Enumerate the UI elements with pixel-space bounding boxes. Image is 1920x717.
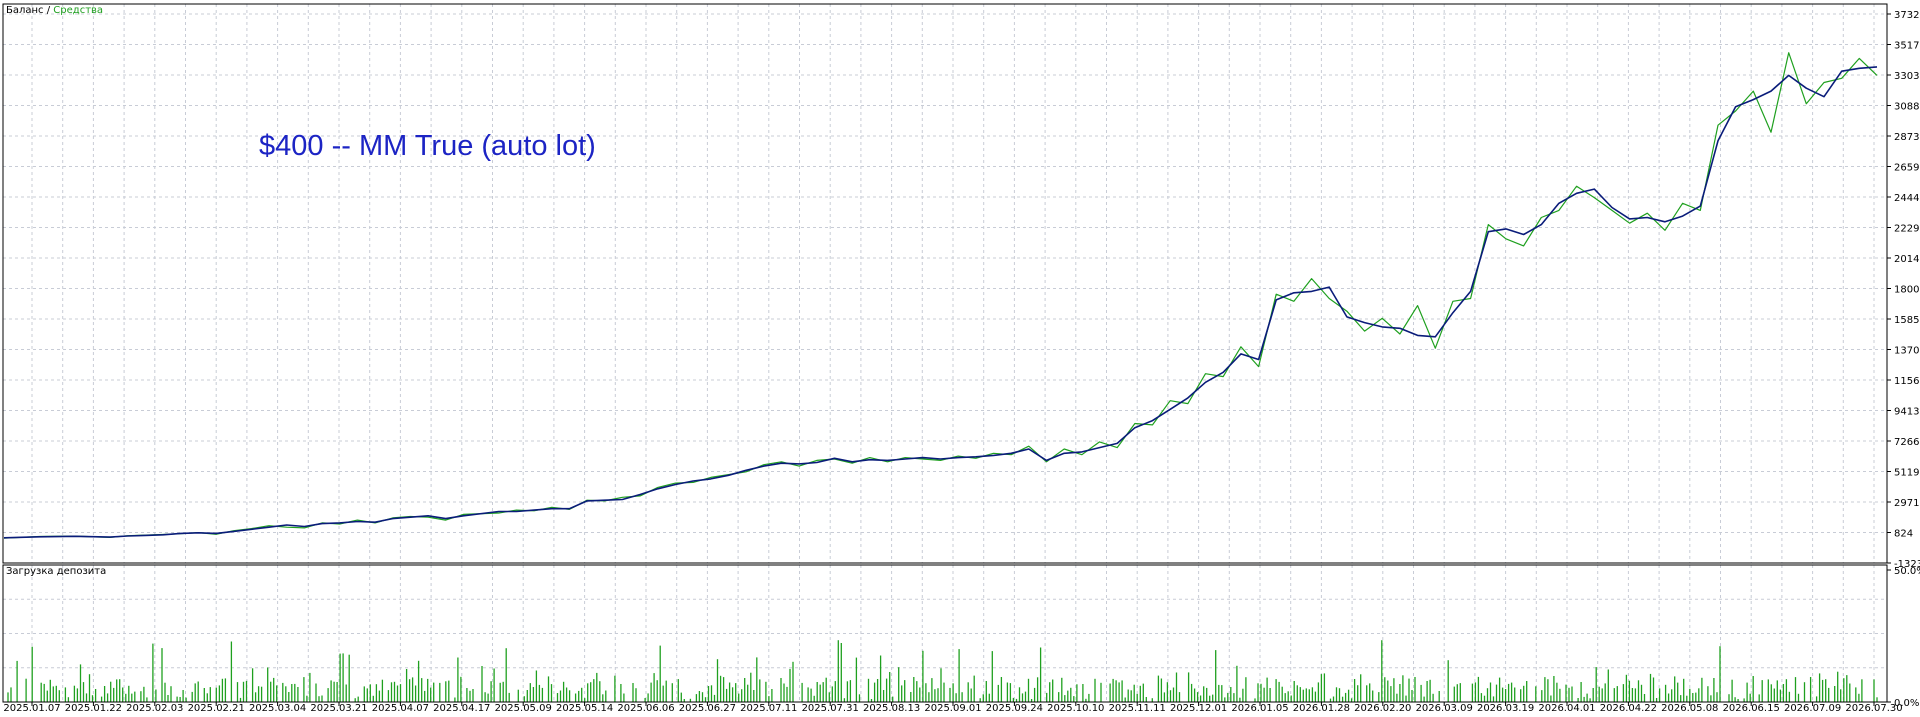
- x-tick-label: 2025.08.13: [863, 703, 920, 713]
- x-tick-label: 2025.10.10: [1047, 703, 1104, 713]
- x-tick-label: 2026.01.28: [1293, 703, 1350, 713]
- x-tick-label: 2025.07.31: [802, 703, 859, 713]
- x-tick-label: 2025.06.27: [679, 703, 736, 713]
- x-tick-label: 2025.06.06: [617, 703, 674, 713]
- x-tick-label: 2025.02.21: [188, 703, 245, 713]
- y-tick-label: 30884: [1894, 101, 1920, 112]
- y-tick-label: 13707: [1894, 345, 1920, 356]
- x-tick-label: 2026.07.09: [1784, 703, 1841, 713]
- y-tick-label: 11560: [1894, 376, 1920, 387]
- x-tick-label: 2026.05.08: [1661, 703, 1718, 713]
- x-tick-label: 2025.09.01: [924, 703, 981, 713]
- x-tick-label: 2026.07.30: [1845, 703, 1902, 713]
- chart-annotation: $400 -- MM True (auto lot): [259, 130, 596, 162]
- x-tick-label: 2025.02.03: [126, 703, 183, 713]
- y-tick-label: 20148: [1894, 254, 1920, 265]
- x-tick-label: 2025.01.07: [3, 703, 60, 713]
- x-tick-label: 2025.03.21: [310, 703, 367, 713]
- chart-container: 37325 35178 33031 30884 28737 26590 24443 22295…: [0, 0, 1920, 714]
- y-tick-label: 2971: [1894, 498, 1919, 509]
- legend-equity: Средства: [53, 5, 103, 16]
- x-tick-label: 2025.07.11: [740, 703, 797, 713]
- x-tick-label: 2025.04.17: [433, 703, 490, 713]
- chart-canvas: 37325 35178 33031 30884 28737 26590 24443 22295…: [0, 0, 1920, 714]
- y-tick-label: 37325: [1894, 10, 1920, 21]
- x-tick-label: 2026.06.15: [1723, 703, 1780, 713]
- x-tick-label: 2025.09.24: [986, 703, 1043, 713]
- y-tick-label: 15854: [1894, 315, 1920, 326]
- x-tick-label: 2026.01.05: [1231, 703, 1288, 713]
- x-tick-label: 2025.05.14: [556, 703, 613, 713]
- x-tick-label: 2025.03.04: [249, 703, 306, 713]
- x-tick-label: 2025.04.07: [372, 703, 429, 713]
- x-tick-label: 2025.01.22: [65, 703, 122, 713]
- x-tick-label: 2026.04.22: [1600, 703, 1657, 713]
- legend: Баланс / Средства: [6, 5, 103, 16]
- x-axis-ticks: 2025.01.07 2025.01.22 2025.02.03 2025.02.21…: [3, 702, 1903, 714]
- x-tick-label: 2025.12.01: [1170, 703, 1227, 713]
- deposit-load-title: Загрузка депозита: [6, 566, 106, 577]
- y-tick-label: 5119: [1894, 467, 1919, 478]
- y-tick-label: 824: [1894, 529, 1913, 540]
- y-tick-label: 35178: [1894, 40, 1920, 51]
- y-tick-label: 9413: [1894, 406, 1919, 417]
- y-tick-label: 28737: [1894, 132, 1920, 143]
- y-tick-label: 22295: [1894, 224, 1920, 235]
- y-tick-label: 7266: [1894, 437, 1919, 448]
- x-tick-label: 2026.04.01: [1538, 703, 1595, 713]
- x-tick-label: 2026.02.20: [1354, 703, 1411, 713]
- x-tick-label: 2026.03.19: [1477, 703, 1534, 713]
- x-tick-label: 2026.03.09: [1416, 703, 1473, 713]
- y-tick-label: 26590: [1894, 162, 1920, 173]
- x-tick-label: 2025.11.11: [1109, 703, 1166, 713]
- y-tick-label: 18001: [1894, 285, 1920, 296]
- legend-balance: Баланс: [6, 5, 44, 16]
- y-tick-label: 24443: [1894, 193, 1920, 204]
- load-y-tick-label: 50.0%: [1894, 566, 1920, 577]
- x-tick-label: 2025.05.09: [495, 703, 552, 713]
- y-tick-label: 33031: [1894, 71, 1920, 82]
- chart-background: [0, 0, 1920, 713]
